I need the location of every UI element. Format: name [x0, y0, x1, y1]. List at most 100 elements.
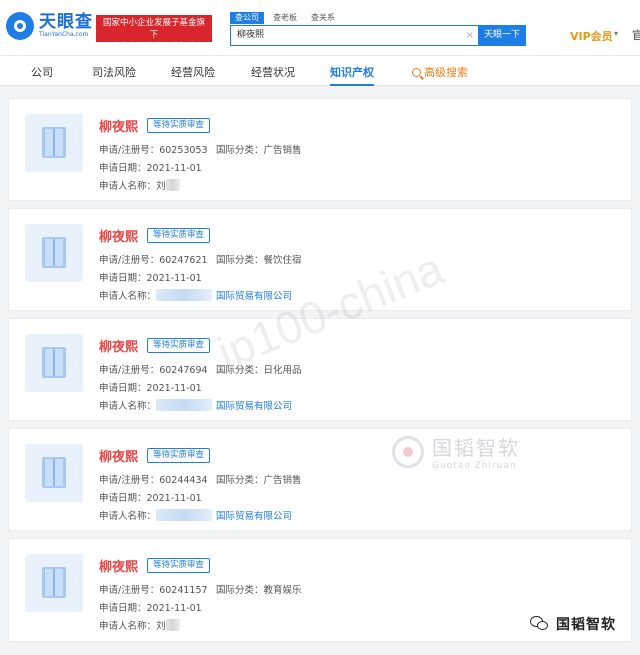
reg-no-label: 申请/注册号： — [99, 475, 160, 486]
book-icon — [42, 237, 66, 268]
status-badge: 等待实质审查 — [147, 338, 211, 353]
redacted-name — [156, 289, 213, 301]
badge-line1: 国家中小企业发展子基金旗下 — [102, 18, 205, 40]
tab-business-risk[interactable]: 经营风险 — [171, 64, 215, 80]
trademark-card[interactable]: 柳夜熙 等待实质审查 申请/注册号：60253053 国际分类：广告销售 申请日… — [8, 98, 632, 201]
brand-watermark-cn: 国韬智软 — [432, 436, 520, 460]
redacted-name — [156, 399, 213, 411]
search-tabs: 查公司 查老板 查关系 — [230, 12, 526, 24]
reg-no-label: 申请/注册号： — [99, 145, 160, 156]
eye-logo-icon — [6, 12, 34, 40]
advanced-search-label: 高级搜索 — [424, 66, 468, 79]
applicant-label: 申请人名称： — [99, 621, 157, 632]
class-value: 日化用品 — [263, 365, 302, 376]
class-label: 国际分类： — [216, 145, 264, 156]
brand-watermark-en: Guotao Zhiruan — [432, 461, 517, 471]
bottom-watermark-text: 国韬智软 — [556, 617, 616, 633]
search-tab-relation[interactable]: 查关系 — [306, 12, 340, 24]
book-icon — [42, 567, 66, 598]
reg-no-value: 60253053 — [159, 145, 208, 156]
trademark-name[interactable]: 柳夜熙 — [99, 446, 138, 465]
trademark-thumbnail[interactable] — [25, 114, 83, 172]
class-label: 国际分类： — [216, 585, 264, 596]
applicant-label: 申请人名称： — [99, 511, 157, 522]
search-tab-company[interactable]: 查公司 — [230, 12, 264, 24]
applicant-company-link[interactable]: 国际贸易有限公司 — [216, 401, 292, 412]
book-icon — [42, 127, 66, 158]
redacted-name — [165, 619, 180, 631]
class-value: 餐饮住宿 — [263, 255, 302, 266]
tab-advanced-search[interactable]: 高级搜索 — [412, 64, 468, 80]
reg-no-value: 60244434 — [159, 475, 208, 486]
reg-no-value: 60247694 — [159, 365, 208, 376]
redacted-name — [165, 179, 180, 191]
applicant-label: 申请人名称： — [99, 401, 157, 412]
trademark-thumbnail[interactable] — [25, 224, 83, 282]
status-badge: 等待实质审查 — [147, 448, 211, 463]
applicant-prefix: 刘 — [156, 181, 166, 192]
tab-intellectual-property[interactable]: 知识产权 — [330, 64, 374, 80]
reg-no-value: 60247621 — [159, 255, 208, 266]
search-icon — [412, 68, 421, 77]
book-icon — [42, 347, 66, 378]
book-icon — [42, 457, 66, 488]
brand-logo-icon — [392, 435, 424, 468]
trademark-name[interactable]: 柳夜熙 — [99, 116, 138, 135]
applicant-label: 申请人名称： — [99, 291, 157, 302]
clear-icon[interactable]: × — [466, 26, 474, 45]
top-header: 天眼查 TianYanCha.com 国家中小企业发展子基金旗下 官方备案企业征… — [0, 0, 640, 56]
tab-company[interactable]: 公司 — [31, 64, 53, 80]
applicant-prefix: 刘 — [156, 621, 166, 632]
class-value: 广告销售 — [263, 145, 302, 156]
date-value: 2021-11-01 — [146, 603, 202, 614]
brand-watermark: 国韬智软 Guotao Zhiruan — [392, 432, 520, 471]
date-value: 2021-11-01 — [146, 493, 202, 504]
applicant-label: 申请人名称： — [99, 181, 157, 192]
logo-subtitle: TianYanCha.com — [39, 31, 89, 38]
date-label: 申请日期： — [99, 603, 147, 614]
tab-judicial-risk[interactable]: 司法风险 — [92, 64, 136, 80]
class-value: 广告销售 — [263, 475, 302, 486]
wechat-icon — [530, 616, 550, 632]
status-badge: 等待实质审查 — [147, 228, 211, 243]
trademark-name[interactable]: 柳夜熙 — [99, 226, 138, 245]
trademark-thumbnail[interactable] — [25, 334, 83, 392]
reg-no-value: 60241157 — [159, 585, 208, 596]
class-label: 国际分类： — [216, 255, 264, 266]
search-input-value: 柳夜熙 — [237, 30, 265, 40]
official-badge: 国家中小企业发展子基金旗下 官方备案企业征信机构 — [96, 15, 212, 52]
search-button[interactable]: 天眼一下 — [478, 25, 526, 46]
header-cut-link[interactable]: 官 — [632, 27, 640, 43]
reg-no-label: 申请/注册号： — [99, 365, 160, 376]
chevron-down-icon[interactable]: ▾ — [614, 29, 618, 38]
applicant-company-link[interactable]: 国际贸易有限公司 — [216, 511, 292, 522]
main-nav: 公司 司法风险 经营风险 经营状况 知识产权 高级搜索 — [0, 56, 640, 86]
trademark-thumbnail[interactable] — [25, 444, 83, 502]
vip-member-link[interactable]: VIP会员 — [570, 28, 613, 44]
search-area: 查公司 查老板 查关系 柳夜熙 × 天眼一下 — [230, 12, 526, 46]
logo-title: 天眼查 — [39, 12, 93, 32]
badge-line2: 官方备案企业征信机构 — [111, 42, 197, 52]
date-label: 申请日期： — [99, 273, 147, 284]
date-value: 2021-11-01 — [146, 273, 202, 284]
class-label: 国际分类： — [216, 475, 264, 486]
tab-business-status[interactable]: 经营状况 — [251, 64, 295, 80]
date-label: 申请日期： — [99, 493, 147, 504]
search-input[interactable]: 柳夜熙 × — [230, 25, 478, 46]
reg-no-label: 申请/注册号： — [99, 585, 160, 596]
active-tab-underline — [330, 84, 374, 86]
date-label: 申请日期： — [99, 383, 147, 394]
date-value: 2021-11-01 — [146, 163, 202, 174]
date-label: 申请日期： — [99, 163, 147, 174]
tianyancha-logo[interactable]: 天眼查 TianYanCha.com — [6, 12, 93, 40]
bottom-watermark: 国韬智软 — [530, 614, 616, 634]
trademark-card[interactable]: 柳夜熙 等待实质审查 申请/注册号：60244434 国际分类：广告销售 申请日… — [8, 428, 632, 531]
reg-no-label: 申请/注册号： — [99, 255, 160, 266]
trademark-name[interactable]: 柳夜熙 — [99, 336, 138, 355]
status-badge: 等待实质审查 — [147, 118, 211, 133]
date-value: 2021-11-01 — [146, 383, 202, 394]
class-value: 教育娱乐 — [263, 585, 302, 596]
trademark-name[interactable]: 柳夜熙 — [99, 556, 138, 575]
search-tab-boss[interactable]: 查老板 — [268, 12, 302, 24]
trademark-thumbnail[interactable] — [25, 554, 83, 612]
